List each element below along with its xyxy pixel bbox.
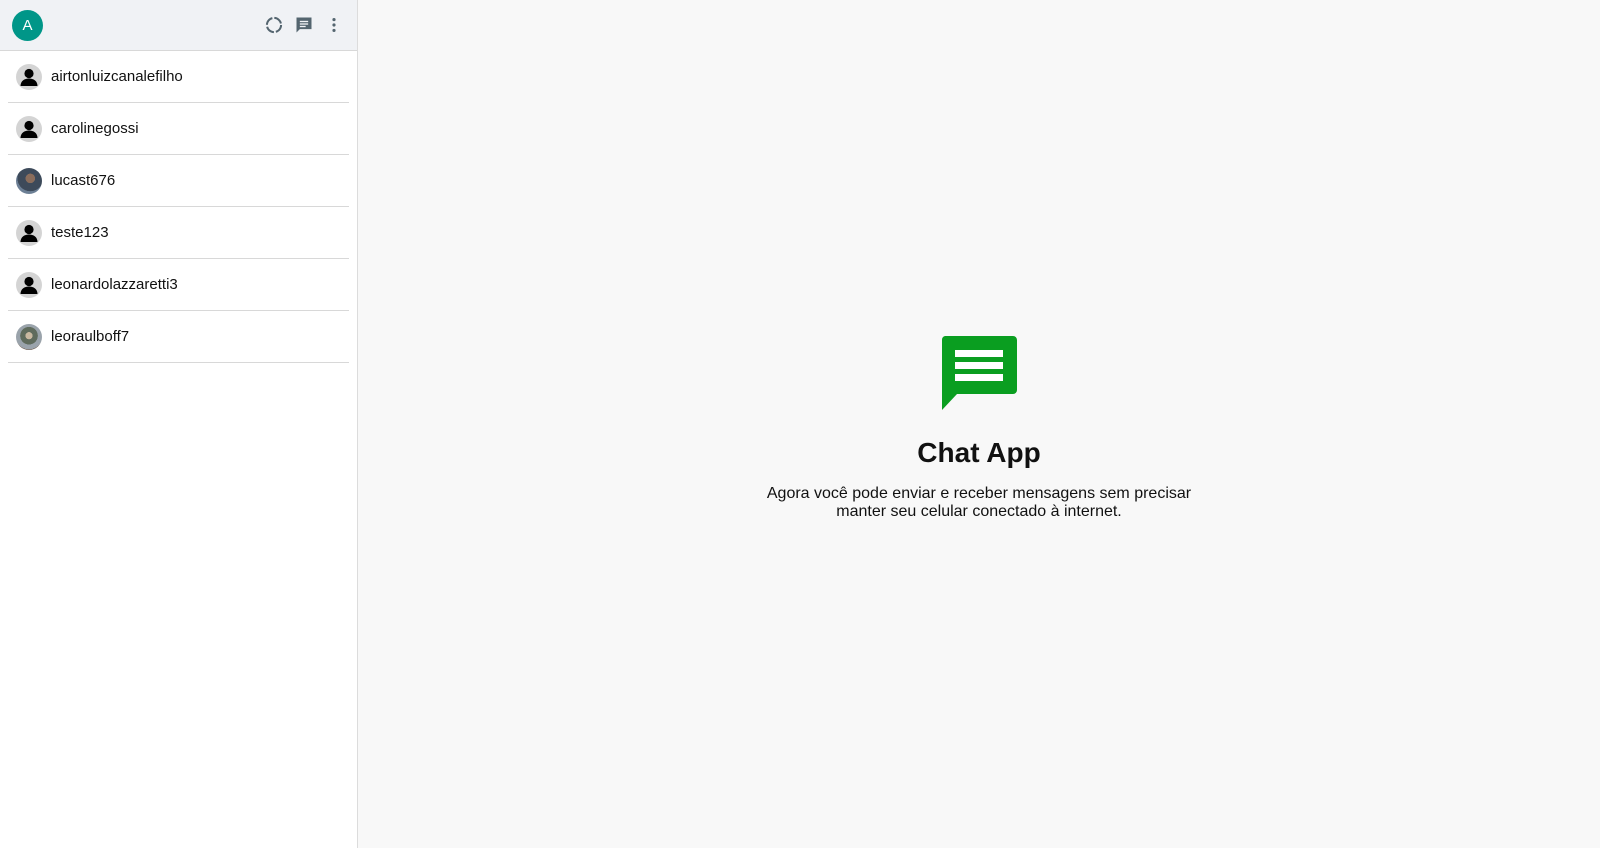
main-panel: Chat App Agora você pode enviar e recebe… [358,0,1600,848]
welcome-section: Chat App Agora você pode enviar e recebe… [358,336,1600,521]
contact-item[interactable]: airtonluizcanalefilho [8,51,349,103]
contact-name: leoraulboff7 [51,328,130,345]
status-icon[interactable] [263,14,285,36]
contact-name: airtonluizcanalefilho [51,68,183,85]
sidebar-header: A [0,0,357,51]
user-avatar[interactable]: A [12,9,43,41]
contact-item[interactable]: teste123 [8,207,349,259]
more-options-icon[interactable] [323,14,345,36]
welcome-title: Chat App [917,437,1041,468]
contact-photo [16,167,42,194]
default-person-icon [16,271,42,298]
default-person-icon [16,63,42,90]
contact-item[interactable]: carolinegossi [8,103,349,155]
default-person-icon [16,115,42,142]
welcome-text: Agora você pode enviar e receber mensage… [766,485,1192,520]
contact-name: carolinegossi [51,120,139,137]
new-chat-icon[interactable] [293,14,315,36]
contact-name: teste123 [51,224,109,241]
default-person-icon [16,219,42,246]
contact-item[interactable]: lucast676 [8,155,349,207]
contact-item[interactable]: leoraulboff7 [8,311,349,363]
contact-list: airtonluizcanalefilho carolinegossi lucast… [0,51,357,363]
contact-name: leonardolazzaretti3 [51,276,178,293]
header-actions [263,14,345,36]
chat-icon [941,336,1017,415]
contact-photo [16,323,42,350]
sidebar: A airtonluizcanalefilho carolinegossi lu… [0,0,358,848]
contact-name: lucast676 [51,172,116,189]
app-root: A airtonluizcanalefilho carolinegossi lu… [0,0,1600,848]
contact-item[interactable]: leonardolazzaretti3 [8,259,349,311]
